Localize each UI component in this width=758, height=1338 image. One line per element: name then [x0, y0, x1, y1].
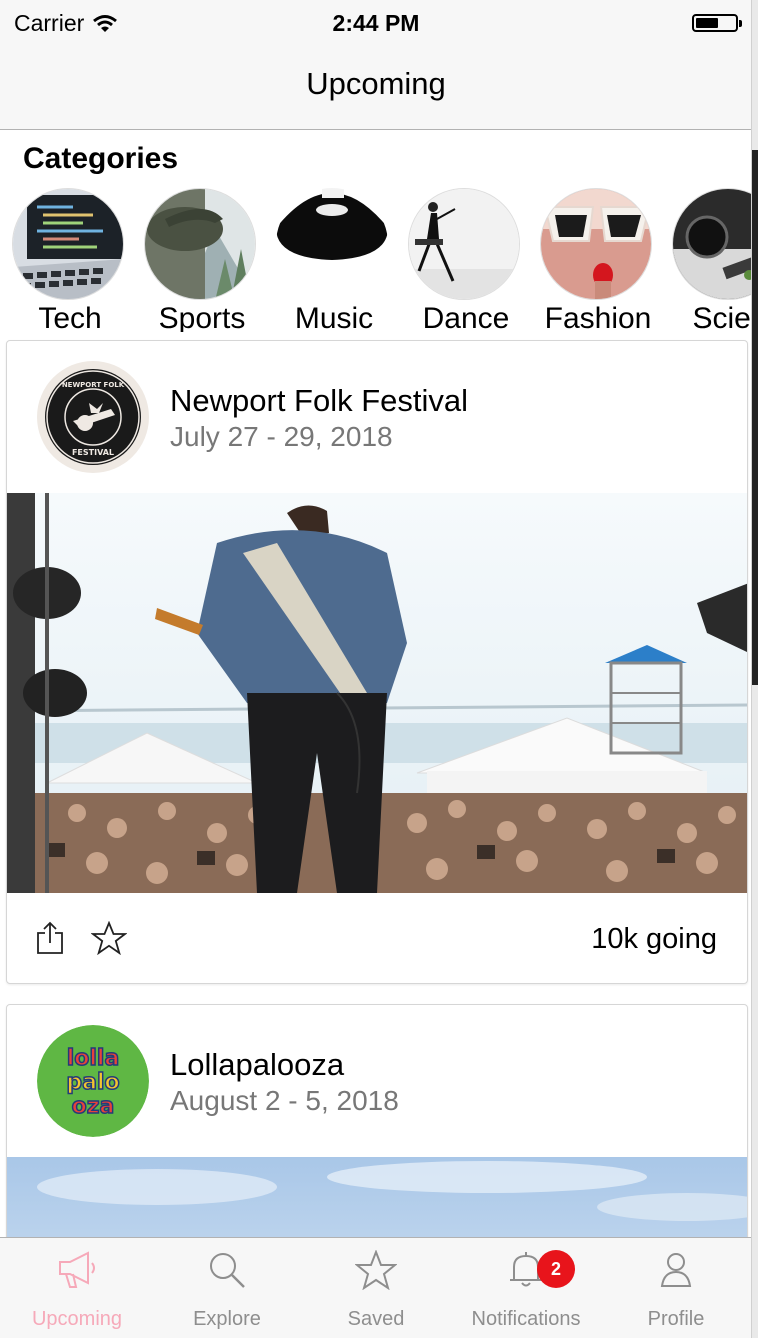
- category-label: Music: [294, 302, 374, 332]
- categories-heading: Categories: [23, 142, 179, 175]
- star-icon: [355, 1250, 397, 1290]
- tab-upcoming[interactable]: Upcoming: [2, 1238, 152, 1338]
- tab-label: Profile: [647, 1308, 705, 1330]
- event-title: Newport Folk Festival: [170, 383, 469, 418]
- category-carousel[interactable]: Tech Sports Music Dance Fashion Scie: [0, 186, 751, 332]
- event-title: Lollapalooza: [170, 1047, 345, 1082]
- event-card[interactable]: NEWPORT FOLK FESTIVAL Newport Folk Festi…: [6, 340, 748, 984]
- sports-thumbnail: [144, 188, 256, 300]
- event-date: July 27 - 29, 2018: [170, 421, 393, 452]
- tab-explore[interactable]: Explore: [152, 1238, 302, 1338]
- background-strip: [752, 0, 758, 1338]
- category-label: Dance: [422, 302, 510, 332]
- page-title: Upcoming: [306, 66, 446, 101]
- phone-screen: Carrier 2:44 PM Upcoming Categories Tech…: [0, 0, 752, 1338]
- fashion-thumbnail: [540, 188, 652, 300]
- status-time: 2:44 PM: [332, 10, 420, 36]
- person-icon: [660, 1253, 692, 1287]
- tab-bar: Upcoming Explore Saved 2 Notifications P…: [0, 1237, 751, 1338]
- status-bar: Carrier 2:44 PM: [0, 0, 751, 44]
- tab-label: Notifications: [471, 1308, 581, 1330]
- category-label: Sports: [158, 302, 246, 332]
- attendee-count: 10k going: [591, 923, 717, 955]
- dance-thumbnail: [408, 188, 520, 300]
- star-icon[interactable]: [91, 921, 127, 955]
- battery-icon: [692, 14, 742, 32]
- category-label: Scien: [692, 302, 751, 332]
- event-actions: 10k going: [7, 893, 747, 983]
- svg-text:FESTIVAL: FESTIVAL: [72, 448, 114, 457]
- event-date: August 2 - 5, 2018: [170, 1085, 399, 1116]
- tech-thumbnail: [12, 188, 124, 300]
- megaphone-icon: [59, 1251, 95, 1288]
- tab-profile[interactable]: Profile: [601, 1238, 751, 1338]
- logo-wordmark: NEWPORT FOLK: [62, 381, 125, 389]
- logo-wordmark: lolla: [67, 1046, 120, 1071]
- event-logo: lolla palo oza: [37, 1025, 149, 1137]
- navigation-bar: Upcoming: [0, 44, 751, 130]
- search-icon: [210, 1253, 245, 1288]
- notification-badge: 2: [537, 1250, 575, 1288]
- tab-saved[interactable]: Saved: [301, 1238, 451, 1338]
- svg-text:palo: palo: [66, 1070, 119, 1095]
- event-photo[interactable]: [7, 493, 747, 893]
- tab-notifications[interactable]: 2 Notifications: [451, 1238, 601, 1338]
- tab-label: Upcoming: [31, 1308, 123, 1330]
- tab-label: Saved: [347, 1308, 405, 1330]
- science-thumbnail: [672, 188, 751, 300]
- category-label: Fashion: [544, 302, 652, 332]
- svg-text:oza: oza: [72, 1094, 115, 1119]
- share-icon[interactable]: [35, 921, 65, 955]
- category-label: Tech: [38, 302, 102, 332]
- event-logo: NEWPORT FOLK FESTIVAL: [37, 361, 149, 473]
- music-thumbnail: [276, 188, 388, 300]
- tab-label: Explore: [193, 1308, 261, 1330]
